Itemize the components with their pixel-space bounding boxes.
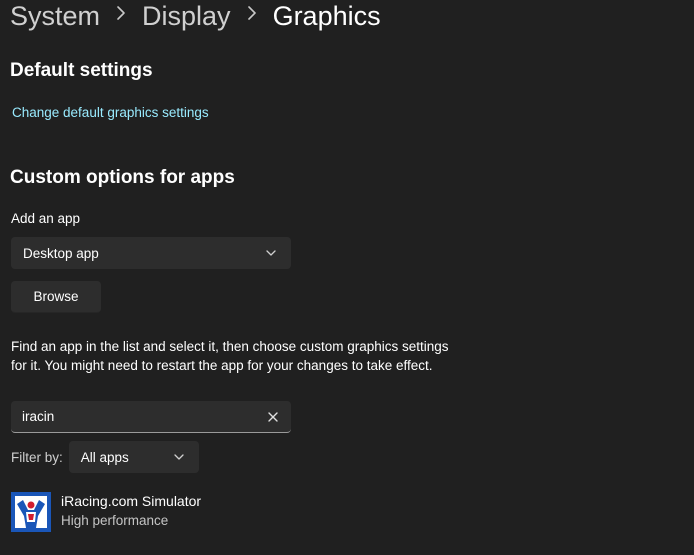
app-graphics-setting: High performance: [61, 513, 169, 528]
page-title: Graphics: [272, 1, 381, 31]
app-type-dropdown[interactable]: Desktop app: [11, 237, 291, 269]
filter-selected-value: All apps: [80, 449, 129, 465]
app-type-selected-value: Desktop app: [23, 245, 99, 261]
add-an-app-label: Add an app: [11, 211, 81, 226]
custom-options-description: Find an app in the list and select it, t…: [11, 339, 449, 373]
breadcrumb-item-system[interactable]: System: [10, 0, 100, 34]
app-text: iRacing.com Simulator High performance: [61, 491, 201, 531]
app-search-input[interactable]: [11, 400, 265, 433]
filter-row: Filter by: All apps: [11, 441, 199, 473]
default-settings-heading: Default settings: [10, 60, 153, 81]
iracing-app-icon: [11, 492, 51, 532]
graphics-settings-page: System Display Graphics Default settings…: [0, 0, 694, 555]
custom-options-heading: Custom options for apps: [10, 167, 235, 188]
breadcrumb-item-display[interactable]: Display: [142, 0, 231, 34]
chevron-right-icon: [247, 0, 257, 33]
chevron-down-icon: [171, 449, 187, 465]
app-list-item[interactable]: iRacing.com Simulator High performance: [11, 491, 201, 532]
change-default-graphics-settings-link[interactable]: Change default graphics settings: [12, 105, 209, 120]
chevron-down-icon: [263, 245, 279, 261]
chevron-right-icon: [116, 0, 126, 33]
breadcrumb: System Display Graphics: [10, 0, 381, 34]
app-name: iRacing.com Simulator: [61, 493, 202, 509]
filter-dropdown[interactable]: All apps: [68, 441, 199, 473]
filter-by-label: Filter by:: [11, 449, 63, 465]
browse-button[interactable]: Browse: [11, 281, 101, 313]
app-search-box[interactable]: [11, 400, 291, 433]
clear-search-icon[interactable]: [265, 409, 281, 425]
